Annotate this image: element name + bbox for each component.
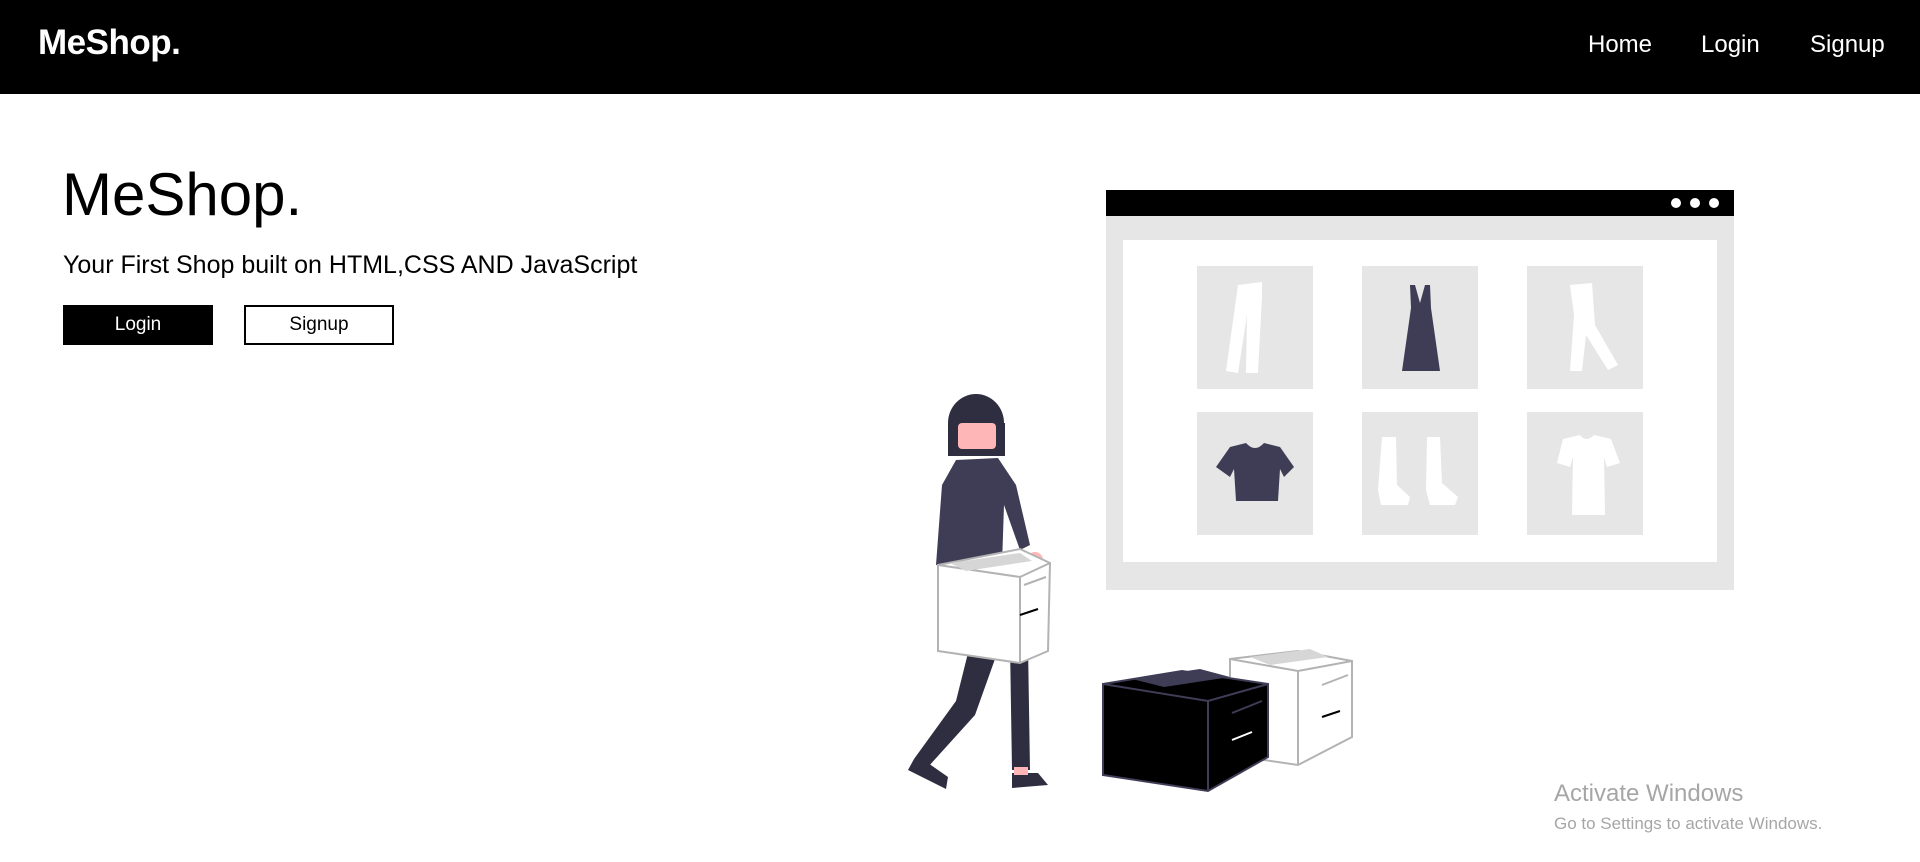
window-dot-icon	[1671, 198, 1681, 208]
carried-box	[937, 547, 1052, 665]
window-dot-icon	[1709, 198, 1719, 208]
woman-figure	[908, 394, 1052, 789]
watermark-subtitle: Go to Settings to activate Windows.	[1554, 814, 1823, 833]
nav-link-login[interactable]: Login	[1701, 31, 1760, 59]
shoe-shape	[1012, 773, 1048, 788]
top-navbar: MeShop. Home Login Signup	[0, 0, 1920, 94]
window-dot-icon	[1690, 198, 1700, 208]
nav-link-signup[interactable]: Signup	[1810, 31, 1885, 59]
black-box	[1102, 669, 1269, 793]
watermark-title: Activate Windows	[1554, 780, 1744, 807]
signup-button[interactable]: Signup	[244, 305, 394, 345]
nav-link-home[interactable]: Home	[1588, 31, 1652, 59]
face-shape	[958, 423, 996, 449]
browser-window-graphic	[1106, 190, 1734, 590]
shoe-shape	[908, 759, 948, 789]
online-shopping-illustration	[908, 190, 1734, 793]
hero-title: MeShop.	[62, 161, 303, 228]
ankle-shape	[1014, 767, 1028, 775]
leg-shape	[914, 645, 1000, 767]
activate-windows-watermark: Activate Windows Go to Settings to activ…	[1554, 780, 1822, 834]
brand-logo[interactable]: MeShop.	[38, 23, 181, 63]
hero-subtitle: Your First Shop built on HTML,CSS AND Ja…	[63, 251, 638, 279]
browser-titlebar	[1106, 190, 1734, 216]
login-button[interactable]: Login	[63, 305, 213, 345]
